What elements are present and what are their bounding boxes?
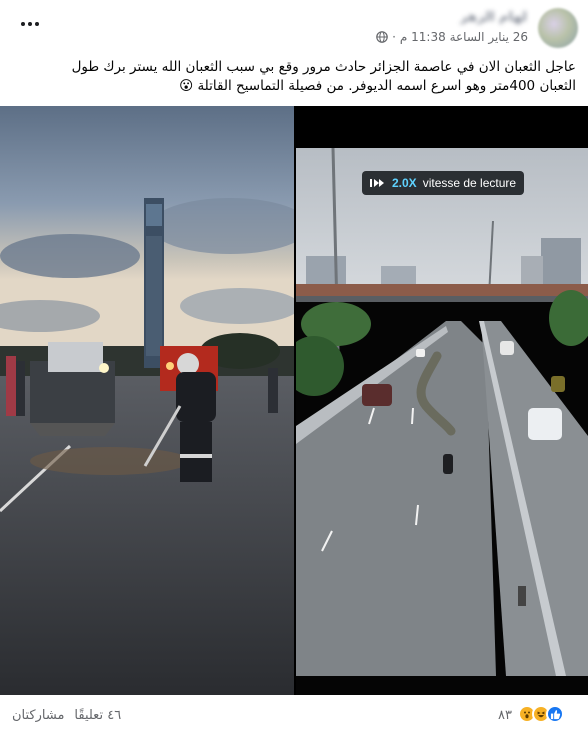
author-name[interactable]: إلهام الزهر <box>460 10 528 24</box>
like-icon <box>546 705 564 723</box>
avatar[interactable] <box>538 8 578 48</box>
more-icon-dot <box>35 22 39 26</box>
playback-speed-label: vitesse de lecture <box>422 176 517 190</box>
globe-icon <box>376 31 388 43</box>
engagement-stats: ٤٦ تعليقًا مشاركتان <box>12 708 121 723</box>
post-header: إلهام الزهر 26 يناير الساعة 11:38 م · <box>0 0 588 54</box>
comments-count[interactable]: ٤٦ تعليقًا <box>74 708 121 723</box>
post-footer: ٤٦ تعليقًا مشاركتان ٨٣ <box>0 700 588 730</box>
video-frame[interactable]: 2.0X vitesse de lecture <box>296 106 588 695</box>
post-media: 2.0X vitesse de lecture <box>0 106 588 695</box>
meta-separator: · <box>392 30 396 44</box>
reaction-icons[interactable] <box>518 705 564 723</box>
more-options-button[interactable] <box>12 12 48 36</box>
post-text: عاجل الثعبان الان في عاصمة الجزائر حادث … <box>0 58 588 96</box>
fast-forward-icon <box>370 179 384 187</box>
accident-photo[interactable] <box>0 106 294 695</box>
more-icon-dot <box>21 22 25 26</box>
more-icon-dot <box>28 22 32 26</box>
shares-count[interactable]: مشاركتان <box>12 708 64 723</box>
playback-speed-badge: 2.0X vitesse de lecture <box>362 171 524 195</box>
playback-speed-value: 2.0X <box>392 176 417 190</box>
post-date[interactable]: 26 يناير الساعة 11:38 م <box>400 30 528 44</box>
post-text-line-2: الثعبان 400متر وهو اسرع اسمه الديوفر. من… <box>179 78 576 94</box>
reaction-count[interactable]: ٨٣ <box>498 708 512 723</box>
post-text-line-1: عاجل الثعبان الان في عاصمة الجزائر حادث … <box>71 59 576 75</box>
post-meta: 26 يناير الساعة 11:38 م · <box>376 30 528 44</box>
